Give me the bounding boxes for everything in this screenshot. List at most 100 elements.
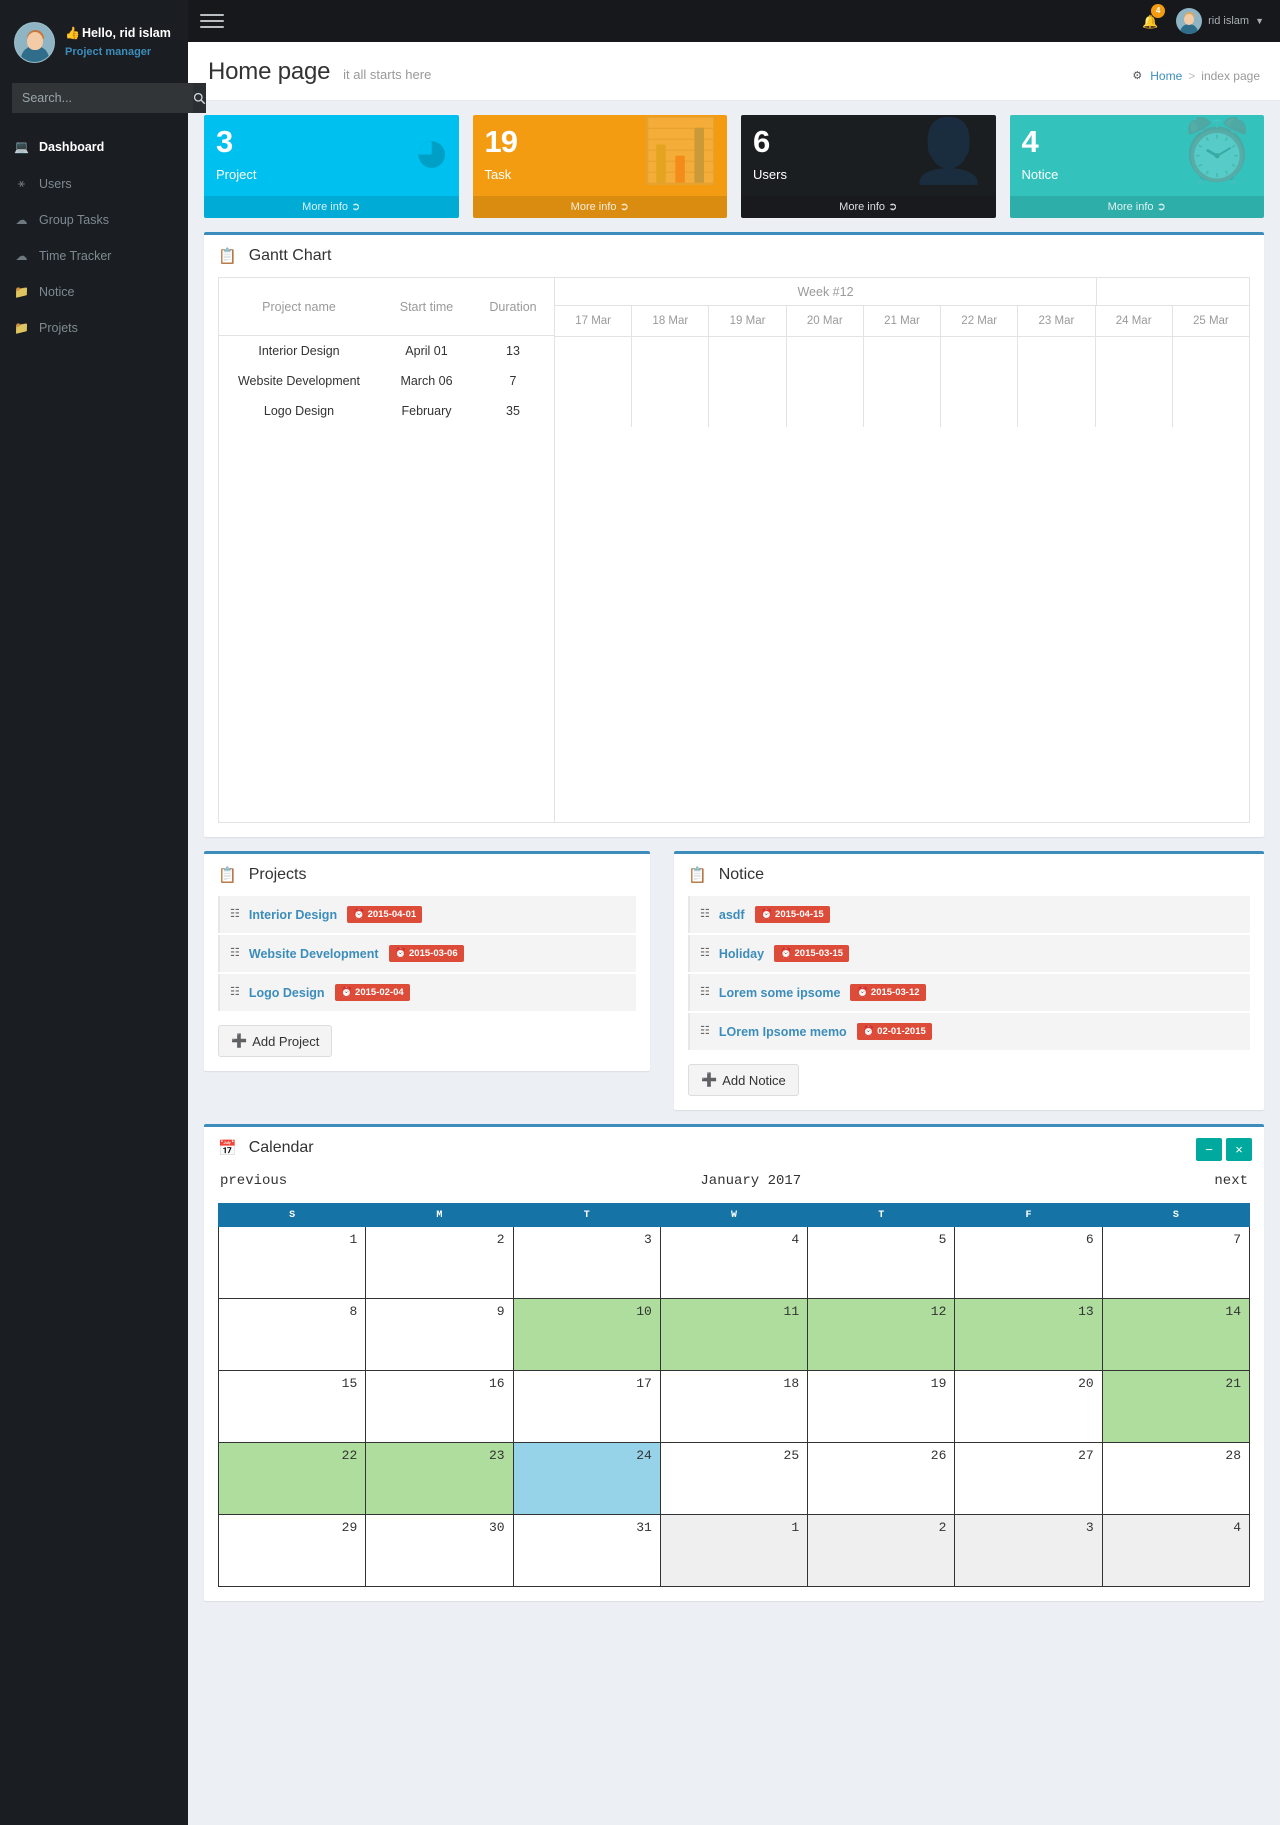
- sidebar-item-notice[interactable]: 📁 Notice: [0, 274, 188, 310]
- notice-date-badge: ⏰ 2015-03-12: [850, 984, 926, 1001]
- drag-handle-icon[interactable]: ☷: [700, 987, 710, 998]
- notice-name[interactable]: LOrem Ipsome memo: [719, 1025, 847, 1039]
- search-button[interactable]: [193, 83, 206, 113]
- drag-handle-icon[interactable]: ☷: [700, 909, 710, 920]
- folder-icon: 📁: [14, 285, 29, 299]
- search-input[interactable]: [12, 83, 193, 113]
- table-row[interactable]: Website Development March 06 7: [219, 366, 554, 396]
- sidebar-role: Project manager: [65, 46, 152, 59]
- sidebar: 👍Hello, rid islam Project manager 💻 Dash…: [0, 0, 206, 1825]
- calendar-week-row: 8 9 10 11 12 13 14: [217, 1298, 1251, 1371]
- calendar-previous-button[interactable]: previous: [220, 1173, 287, 1189]
- stat-boxes: ◕ 3 Project More info ➲ 📊 19 Task More i…: [204, 115, 1264, 218]
- calendar-day-cell[interactable]: 7: [1101, 1226, 1251, 1299]
- sidebar-item-group-tasks[interactable]: ☁ Group Tasks: [0, 202, 188, 238]
- notice-name[interactable]: asdf: [719, 908, 745, 922]
- calendar-next-button[interactable]: next: [1214, 1173, 1248, 1189]
- sidebar-item-dashboard[interactable]: 💻 Dashboard: [0, 129, 188, 165]
- more-info-link[interactable]: More info ➲: [741, 196, 996, 218]
- calendar-day-cell[interactable]: 11: [659, 1298, 809, 1371]
- calendar-day-cell[interactable]: 6: [954, 1226, 1103, 1299]
- sidebar-search[interactable]: [12, 83, 206, 113]
- add-project-button[interactable]: ➕ Add Project: [218, 1025, 333, 1057]
- menu-toggle-icon[interactable]: [200, 10, 224, 32]
- calendar-day-cell[interactable]: 20: [954, 1370, 1103, 1443]
- close-button[interactable]: ×: [1226, 1138, 1252, 1161]
- minimize-button[interactable]: −: [1196, 1138, 1222, 1161]
- calendar-day-cell[interactable]: 10: [512, 1298, 661, 1371]
- list-item[interactable]: ☷ Lorem some ipsome ⏰ 2015-03-12: [688, 974, 1250, 1011]
- calendar-day-cell[interactable]: 2: [807, 1514, 956, 1587]
- breadcrumb-home[interactable]: Home: [1150, 69, 1182, 83]
- notifications-button[interactable]: 🔔 4: [1136, 3, 1166, 34]
- notice-name[interactable]: Lorem some ipsome: [719, 986, 841, 1000]
- more-info-link[interactable]: More info ➲: [472, 196, 727, 218]
- calendar-day-cell[interactable]: 9: [365, 1298, 514, 1371]
- user-menu[interactable]: rid islam ▼: [1176, 8, 1264, 34]
- calendar-panel: 📅 Calendar − × previous January 2017 nex…: [204, 1124, 1264, 1601]
- list-item[interactable]: ☷ Logo Design ⏰ 2015-02-04: [218, 974, 636, 1011]
- calendar-day-cell[interactable]: 17: [512, 1370, 661, 1443]
- topbar: 🔔 4 rid islam ▼: [188, 0, 1280, 42]
- list-item[interactable]: ☷ Holiday ⏰ 2015-03-15: [688, 935, 1250, 972]
- calendar-day-cell[interactable]: 14: [1101, 1298, 1251, 1371]
- drag-handle-icon[interactable]: ☷: [230, 948, 240, 959]
- calendar-day-cell[interactable]: 22: [217, 1442, 367, 1515]
- project-name[interactable]: Logo Design: [249, 986, 325, 1000]
- more-info-link[interactable]: More info ➲: [204, 196, 459, 218]
- calendar-day-cell[interactable]: 13: [954, 1298, 1103, 1371]
- calendar-day-cell[interactable]: 8: [217, 1298, 367, 1371]
- calendar-day-cell[interactable]: 28: [1101, 1442, 1251, 1515]
- calendar-day-cell[interactable]: 15: [217, 1370, 367, 1443]
- sidebar-item-projets[interactable]: 📁 Projets: [0, 310, 188, 346]
- sidebar-item-time-tracker[interactable]: ☁ Time Tracker: [0, 238, 188, 274]
- calendar-day-cell[interactable]: 4: [659, 1226, 809, 1299]
- drag-handle-icon[interactable]: ☷: [700, 948, 710, 959]
- calendar-day-cell[interactable]: 4: [1101, 1514, 1251, 1587]
- calendar-day-cell[interactable]: 19: [807, 1370, 956, 1443]
- calendar-day-cell[interactable]: 1: [659, 1514, 809, 1587]
- drag-handle-icon[interactable]: ☷: [700, 1026, 710, 1037]
- gantt-panel-header: 📋 Gantt Chart: [204, 235, 1264, 277]
- calendar-day-cell[interactable]: 30: [365, 1514, 514, 1587]
- projects-list: ☷ Interior Design ⏰ 2015-04-01 ☷ Website…: [218, 896, 636, 1011]
- calendar-day-cell[interactable]: 3: [512, 1226, 661, 1299]
- calendar-day-cell[interactable]: 25: [659, 1442, 809, 1515]
- drag-handle-icon[interactable]: ☷: [230, 987, 240, 998]
- drag-handle-icon[interactable]: ☷: [230, 909, 240, 920]
- add-notice-button[interactable]: ➕ Add Notice: [688, 1064, 799, 1096]
- calendar-day-cell[interactable]: 12: [807, 1298, 956, 1371]
- calendar-day-cell[interactable]: 16: [365, 1370, 514, 1443]
- app-root: 👍Hello, rid islam Project manager 💻 Dash…: [0, 0, 1280, 1825]
- calendar-day-cell[interactable]: 27: [954, 1442, 1103, 1515]
- clipboard-icon: 📋: [218, 248, 237, 265]
- list-item[interactable]: ☷ Interior Design ⏰ 2015-04-01: [218, 896, 636, 933]
- calendar-day-cell[interactable]: 31: [512, 1514, 661, 1587]
- calendar-day-cell[interactable]: 18: [659, 1370, 809, 1443]
- list-item[interactable]: ☷ Website Development ⏰ 2015-03-06: [218, 935, 636, 972]
- project-name[interactable]: Website Development: [249, 947, 379, 961]
- calendar-day-cell[interactable]: 29: [217, 1514, 367, 1587]
- list-item[interactable]: ☷ asdf ⏰ 2015-04-15: [688, 896, 1250, 933]
- project-name[interactable]: Interior Design: [249, 908, 337, 922]
- calendar-day-cell[interactable]: 23: [365, 1442, 514, 1515]
- calendar-day-cell[interactable]: 3: [954, 1514, 1103, 1587]
- calendar-day-cell[interactable]: 5: [807, 1226, 956, 1299]
- table-row[interactable]: Interior Design April 01 13: [219, 336, 554, 366]
- clipboard-icon: 📋: [688, 867, 707, 884]
- sidebar-item-users[interactable]: ⚹ Users: [0, 165, 188, 202]
- stat-box-task: 📊 19 Task More info ➲: [472, 115, 727, 218]
- more-info-link[interactable]: More info ➲: [1009, 196, 1264, 218]
- calendar-day-cell[interactable]: 24: [512, 1442, 661, 1515]
- notice-date-badge: ⏰ 2015-03-15: [774, 945, 850, 962]
- stat-label: Task: [484, 167, 512, 182]
- calendar-day-cell[interactable]: 2: [365, 1226, 514, 1299]
- dashboard-icon: ⚙: [1132, 70, 1143, 82]
- table-row[interactable]: Logo Design February 35: [219, 396, 554, 426]
- notice-name[interactable]: Holiday: [719, 947, 764, 961]
- calendar-day-cell[interactable]: 1: [217, 1226, 367, 1299]
- calendar-day-cell[interactable]: 21: [1101, 1370, 1251, 1443]
- stat-value: 4: [1021, 124, 1039, 159]
- list-item[interactable]: ☷ LOrem Ipsome memo ⏰ 02-01-2015: [688, 1013, 1250, 1050]
- calendar-day-cell[interactable]: 26: [807, 1442, 956, 1515]
